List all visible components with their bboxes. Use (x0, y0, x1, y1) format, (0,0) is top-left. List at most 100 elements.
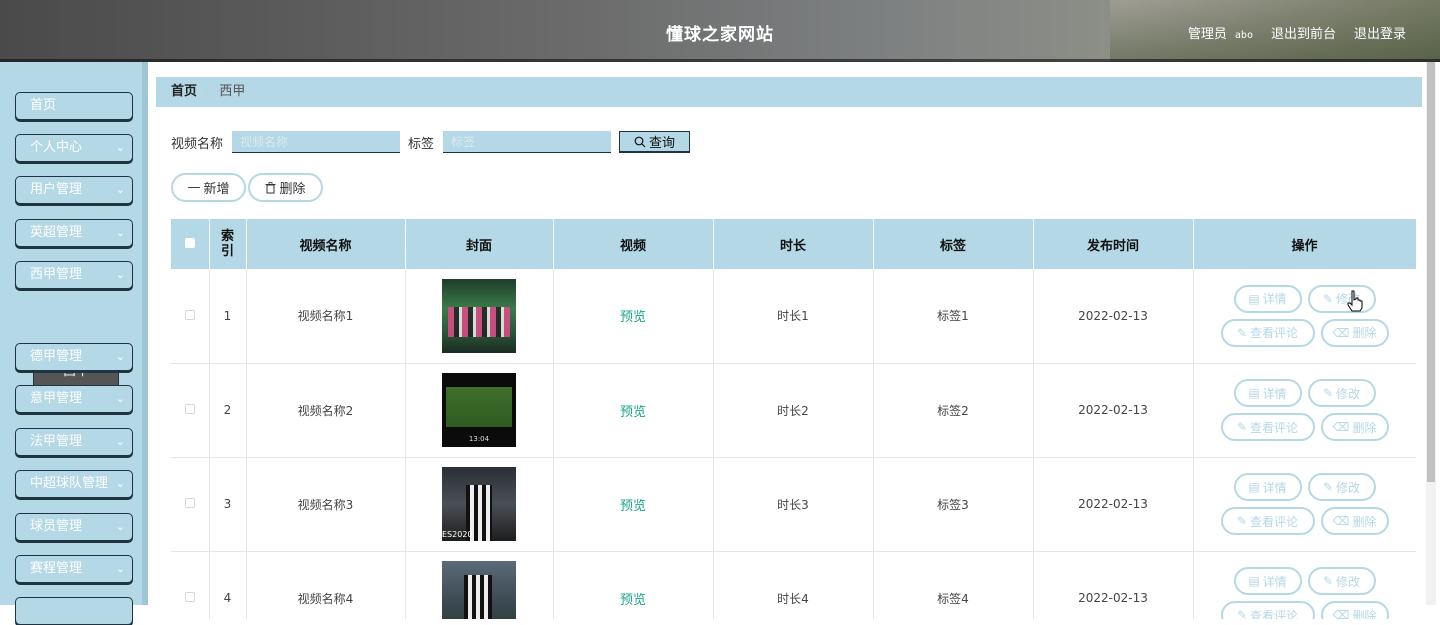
row-actions: ▤ 详情 ✎ 修改 ✎ 查看评论 ⌫ 删除 (1193, 457, 1416, 552)
row-date: 2022-02-13 (1033, 457, 1194, 552)
row-checkbox[interactable] (184, 498, 195, 508)
row-select-cell (171, 269, 210, 364)
sidebar-item-bundesliga[interactable]: 德甲管理 ⌄ (15, 343, 133, 371)
chevron-down-icon: ⌄ (115, 141, 125, 154)
table-row: 1 视频名称1 预览 时长1 标签1 2022-02-13 ▤详情 ✎修改 (171, 269, 1416, 364)
page-scrollbar-thumb[interactable] (1427, 62, 1435, 482)
sidebar-item-label: 首页 (30, 98, 57, 113)
edit-button[interactable]: ✎ 修改 (1307, 473, 1376, 501)
sidebar-item-label: 球员管理 (30, 519, 83, 534)
logout-link[interactable]: 退出登录 (1354, 23, 1406, 42)
cover-image (442, 373, 516, 447)
row-duration: 时长3 (713, 457, 874, 552)
batch-delete-button[interactable]: 删除 (248, 173, 323, 202)
sidebar-item-personal-center[interactable]: 个人中心 ⌄ (15, 134, 133, 162)
detail-button[interactable]: ▤ 详情 (1233, 567, 1302, 595)
hand-cursor-icon (1347, 290, 1363, 312)
page-scrollbar[interactable] (1426, 62, 1436, 605)
view-comments-button[interactable]: ✎ 查看评论 (1220, 601, 1315, 619)
row-actions: ▤ 详情 ✎ 修改 ✎ 查看评论 ⌫ 删除 (1193, 269, 1416, 364)
delete-button[interactable]: ⌫ 删除 (1320, 318, 1389, 347)
edit-button[interactable]: ✎ 修改 (1307, 379, 1376, 407)
preview-link[interactable]: 预览 (620, 593, 646, 608)
select-all-checkbox[interactable] (184, 237, 195, 248)
breadcrumb: 首页 / 西甲 (156, 77, 1422, 107)
row-video-name: 视频名称3 (246, 457, 406, 552)
view-comments-label: 查看评论 (1250, 420, 1299, 435)
query-button[interactable]: 查询 (619, 131, 691, 153)
detail-button[interactable]: ▤ 详情 (1233, 473, 1302, 501)
col-header-date: 发布时间 (1033, 219, 1194, 269)
delete-button[interactable]: ⌫ 删除 (1320, 413, 1389, 441)
breadcrumb-current: 西甲 (219, 84, 246, 99)
sidebar-item-schedule[interactable]: 赛程管理 ⌄ (15, 555, 133, 583)
minus-icon: — (187, 180, 201, 195)
action-bar: — 新增 删除 (171, 173, 323, 202)
row-checkbox[interactable] (184, 592, 195, 602)
delete-button[interactable]: ⌫ 删除 (1320, 601, 1389, 620)
sidebar-item-players[interactable]: 球员管理 ⌄ (15, 513, 133, 541)
search-bar: 视频名称 标签 查询 (171, 130, 691, 154)
row-index: 3 (209, 457, 247, 552)
tag-label: 标签 (408, 136, 435, 152)
row-video-cell: 预览 (553, 551, 714, 619)
sidebar-item-label: 法甲管理 (30, 434, 83, 449)
edit-button[interactable]: ✎ 修改 (1307, 567, 1376, 595)
chevron-down-icon: ⌄ (115, 226, 125, 239)
chevron-down-icon: ⌄ (115, 392, 125, 405)
row-select-cell (171, 457, 210, 552)
chevron-down-icon: ⌄ (115, 183, 125, 196)
col-header-cover: 封面 (405, 219, 554, 269)
detail-button[interactable]: ▤ 详情 (1233, 284, 1302, 313)
sidebar-item-la-liga[interactable]: 西甲管理 ⌄ (15, 261, 133, 289)
row-checkbox[interactable] (184, 404, 195, 414)
detail-label: 详情 (1262, 292, 1287, 307)
row-tag: 标签3 (873, 457, 1034, 552)
batch-delete-label: 删除 (279, 182, 306, 197)
edit-icon: ✎ (1322, 480, 1334, 494)
row-actions: ▤ 详情 ✎ 修改 ✎ 查看评论 ⌫ 删除 (1193, 363, 1416, 458)
preview-link[interactable]: 预览 (620, 499, 646, 514)
row-index: 4 (209, 551, 247, 619)
sidebar-item-home[interactable]: 首页 (15, 92, 133, 120)
back-to-front-link[interactable]: 退出到前台 (1271, 23, 1336, 42)
add-button-label: 新增 (203, 182, 230, 197)
breadcrumb-home[interactable]: 首页 (171, 84, 197, 99)
detail-button[interactable]: ▤ 详情 (1233, 379, 1302, 407)
chevron-up-icon: ⌄ (115, 268, 125, 281)
add-button[interactable]: — 新增 (171, 173, 246, 202)
edit-button[interactable]: ✎ 修改 (1307, 284, 1376, 313)
view-comments-button[interactable]: ✎ 查看评论 (1220, 318, 1315, 347)
trash-icon (265, 181, 276, 193)
row-checkbox[interactable] (184, 309, 195, 320)
preview-link[interactable]: 预览 (620, 405, 646, 420)
delete-button[interactable]: ⌫ 删除 (1320, 507, 1389, 535)
sidebar-item-user-management[interactable]: 用户管理 ⌄ (15, 176, 133, 204)
col-header-video: 视频 (553, 219, 714, 269)
edit-label: 修改 (1336, 574, 1361, 589)
video-name-input[interactable] (232, 131, 401, 153)
sidebar-item-more[interactable] (15, 597, 133, 625)
table-header-row: 索引 视频名称 封面 视频 时长 标签 发布时间 操作 (171, 219, 1416, 269)
query-button-label: 查询 (649, 136, 676, 151)
view-comments-button[interactable]: ✎ 查看评论 (1220, 507, 1315, 535)
row-date: 2022-02-13 (1033, 363, 1194, 458)
edit-icon: ✎ (1236, 325, 1248, 340)
row-date: 2022-02-13 (1033, 551, 1194, 619)
cover-image (442, 561, 516, 619)
col-header-actions: 操作 (1193, 219, 1416, 269)
video-name-label: 视频名称 (171, 136, 224, 152)
sidebar-item-serie-a[interactable]: 意甲管理 ⌄ (15, 385, 133, 413)
row-video-name: 视频名称2 (246, 363, 406, 458)
sidebar-item-premier-league[interactable]: 英超管理 ⌄ (15, 219, 133, 247)
preview-link[interactable]: 预览 (620, 310, 646, 325)
delete-label: 删除 (1352, 608, 1377, 620)
sidebar-scrollbar[interactable] (142, 62, 148, 605)
edit-icon: ✎ (1236, 514, 1248, 528)
view-comments-button[interactable]: ✎ 查看评论 (1220, 413, 1315, 441)
sidebar-item-csl-teams[interactable]: 中超球队管理 ⌄ (15, 470, 133, 498)
tag-input[interactable] (443, 131, 612, 153)
row-cover-cell (405, 457, 554, 552)
edit-icon: ✎ (1236, 420, 1248, 434)
sidebar-item-ligue-1[interactable]: 法甲管理 ⌄ (15, 428, 133, 456)
